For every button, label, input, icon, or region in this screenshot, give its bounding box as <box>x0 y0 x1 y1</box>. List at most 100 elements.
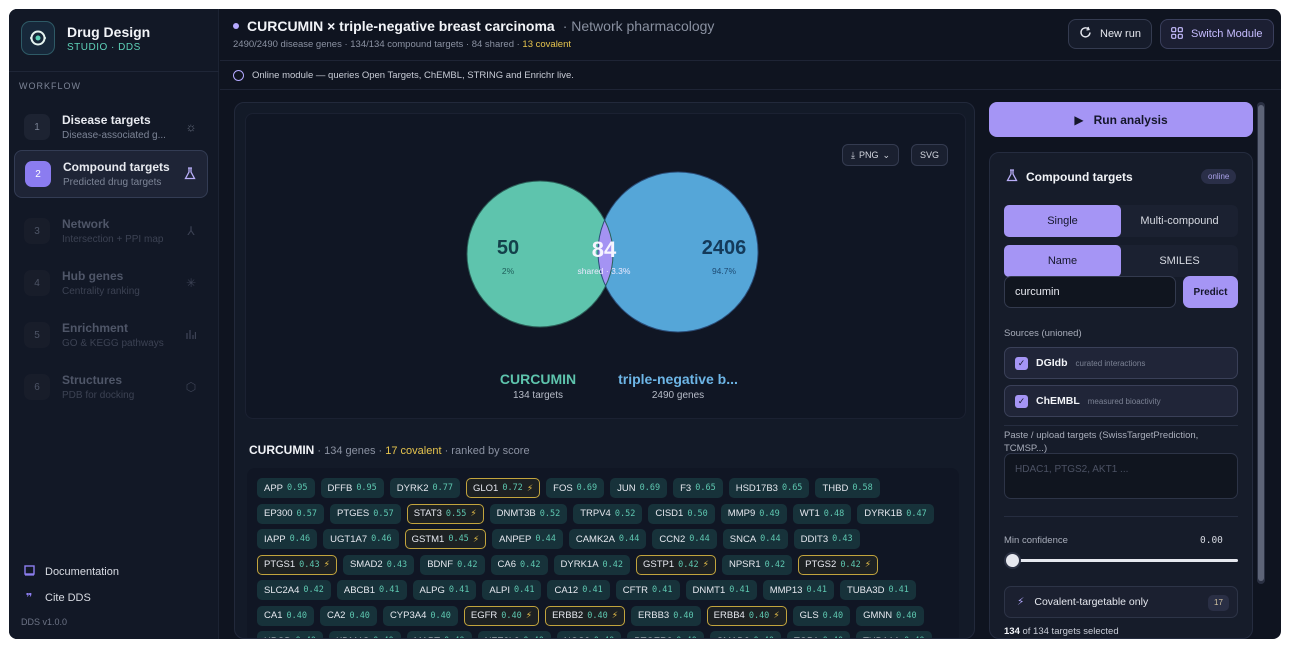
gene-chip[interactable]: CAMK2A 0.44 <box>568 529 647 549</box>
gene-chip[interactable]: FOS 0.69 <box>546 478 605 498</box>
input-type-smiles-tab[interactable]: SMILES <box>1121 245 1238 277</box>
min-confidence-slider-track[interactable] <box>1012 559 1238 562</box>
gene-chip[interactable]: PTGES 0.57 <box>330 503 401 524</box>
gene-chip[interactable]: TUBA1A 0.40 <box>856 631 932 638</box>
gene-chip[interactable]: IAPP 0.46 <box>257 529 318 549</box>
mode-single-tab[interactable]: Single <box>1004 205 1121 237</box>
gene-chip[interactable]: DFFB 0.95 <box>320 478 384 498</box>
gene-symbol: PTGES <box>337 508 370 519</box>
gene-chip[interactable]: SLC2A4 0.42 <box>257 580 331 600</box>
gene-chip[interactable]: APP 0.95 <box>257 478 315 498</box>
gene-chip[interactable]: ERBB4 0.40 ⚡︎ <box>706 605 787 626</box>
gene-chip[interactable]: MMP13 0.41 <box>762 580 834 600</box>
sidebar-step-enrichment[interactable]: 5 Enrichment GO & KEGG pathways <box>14 311 208 359</box>
flask-icon <box>183 167 197 181</box>
mode-multi-compound-tab[interactable]: Multi-compound <box>1121 205 1238 237</box>
scrollbar-thumb[interactable] <box>1258 105 1264 581</box>
gene-chip[interactable]: NFE2L20.40 <box>477 631 551 638</box>
gene-chip[interactable]: DYRK1B 0.47 <box>857 503 934 524</box>
gene-chip[interactable]: HSD17B3 0.65 <box>728 478 810 498</box>
gene-chip[interactable]: CA1 0.40 <box>257 605 314 626</box>
step-title: Disease targets <box>62 113 151 127</box>
gene-chip[interactable]: ANPEP 0.44 <box>492 529 563 549</box>
gene-chip[interactable]: PTGS1 0.43 ⚡︎ <box>257 554 337 575</box>
module-name: · Network pharmacology <box>562 18 715 34</box>
cite-link[interactable]: ❞ Cite DDS <box>23 591 91 605</box>
sidebar-step-network[interactable]: 3 Network Intersection + PPI map ⅄ <box>14 207 208 255</box>
input-type-name-tab[interactable]: Name <box>1004 245 1121 277</box>
gene-symbol: PTGS2 <box>805 559 837 570</box>
gene-chip[interactable]: THBD 0.58 <box>815 478 880 498</box>
gene-chip[interactable]: GMNN 0.40 <box>856 605 924 626</box>
gene-chip[interactable]: CFTR 0.41 <box>615 580 680 600</box>
gene-chip[interactable]: MMP9 0.49 <box>720 503 787 524</box>
gene-chip[interactable]: TUBA3D 0.41 <box>839 580 916 600</box>
gene-chip[interactable]: EP300 0.57 <box>257 503 325 524</box>
sidebar-step-hub-genes[interactable]: 4 Hub genes Centrality ranking ✳ <box>14 259 208 307</box>
switch-module-button[interactable]: Switch Module <box>1160 19 1274 49</box>
gene-score: 0.42 <box>303 585 324 595</box>
gene-chip[interactable]: F3 0.65 <box>673 478 723 498</box>
analysis-title: CURCUMIN × triple-negative breast carcin… <box>247 18 555 34</box>
gene-chip[interactable]: DYRK2 0.77 <box>389 478 460 498</box>
app-window: Drug Design STUDIO · DDS WORKFLOW 1 Dise… <box>9 9 1281 639</box>
gene-chip[interactable]: SMAD2 0.43 <box>342 554 415 575</box>
covalent-only-toggle[interactable]: ⚡︎ Covalent-targetable only 17 <box>1004 586 1238 618</box>
gene-chip[interactable]: PTGS2 0.42 ⚡︎ <box>798 554 879 575</box>
sidebar-step-compound-targets[interactable]: 2 Compound targets Predicted drug target… <box>14 150 208 198</box>
gene-chip[interactable]: DNMT1 0.41 <box>685 580 757 600</box>
min-confidence-slider-handle[interactable] <box>1004 552 1021 569</box>
run-analysis-button[interactable]: ▶ Run analysis <box>989 102 1253 137</box>
gene-chip[interactable]: ALPI 0.41 <box>482 580 542 600</box>
gene-chip[interactable]: SMAD3 0.40 <box>709 631 781 638</box>
gene-score: 0.41 <box>379 585 400 595</box>
gene-chip[interactable]: SNCA 0.44 <box>722 529 788 549</box>
gene-chip[interactable]: CISD1 0.50 <box>648 503 715 524</box>
gene-chip[interactable]: STAT3 0.55 ⚡︎ <box>406 503 484 524</box>
gene-chip[interactable]: NPSR1 0.42 <box>721 554 793 575</box>
gene-chip[interactable]: ALPG 0.41 <box>412 580 477 600</box>
gene-chip[interactable]: UGT1A7 0.46 <box>323 529 399 549</box>
gene-chip[interactable]: TRPV4 0.52 <box>573 503 643 524</box>
gene-chip[interactable]: GSTP1 0.42 ⚡︎ <box>636 554 716 575</box>
disease-only-count: 2406 <box>701 237 747 259</box>
gene-chip[interactable]: CA2 0.40 <box>319 605 377 626</box>
gene-chip[interactable]: CA6 0.42 <box>490 554 548 575</box>
predict-button[interactable]: Predict <box>1183 276 1238 308</box>
gene-chip[interactable]: CYP3A4 0.40 <box>382 605 458 626</box>
gene-chip[interactable]: DNMT3B 0.52 <box>489 503 568 524</box>
gene-chip[interactable]: ERBB2 0.40 ⚡︎ <box>545 605 626 626</box>
gene-symbol: DNMT1 <box>692 584 726 596</box>
gene-score: 0.57 <box>373 508 394 519</box>
new-run-button[interactable]: New run <box>1068 19 1152 49</box>
gene-chip[interactable]: CA12 0.41 <box>547 580 610 600</box>
source-chembl-checkbox[interactable]: ✓ ChEMBL measured bioactivity <box>1004 385 1238 417</box>
gene-chip[interactable]: DYRK1A 0.42 <box>553 554 631 575</box>
gene-chip[interactable]: ABCB1 0.41 <box>336 580 407 600</box>
paste-targets-textarea[interactable]: HDAC1, PTGS2, AKT1 ... <box>1004 453 1238 499</box>
gene-chip[interactable]: KDM4C 0.40 <box>328 631 401 638</box>
gene-chip[interactable]: MAPT 0.40 <box>406 631 472 638</box>
gene-chip[interactable]: JUN 0.69 <box>610 478 668 498</box>
gene-chip[interactable]: NOS2 0.40 <box>556 631 622 638</box>
gene-chip[interactable]: GLO1 0.72 ⚡︎ <box>465 478 541 498</box>
gene-chip[interactable]: TOP1 0.40 <box>786 631 851 638</box>
gene-chip[interactable]: HPGD 0.40 <box>257 631 323 638</box>
gene-chip[interactable]: GSTM1 0.45 ⚡︎ <box>404 529 487 549</box>
compound-name-input[interactable]: curcumin <box>1004 276 1176 308</box>
gene-symbol: MMP9 <box>727 508 756 519</box>
gene-chip[interactable]: EGFR 0.40 ⚡︎ <box>463 605 540 626</box>
gene-chip[interactable]: DDIT3 0.43 <box>793 529 860 549</box>
gene-chip[interactable]: CCN2 0.44 <box>652 529 717 549</box>
gene-chip[interactable]: ERBB3 0.40 <box>631 605 701 626</box>
gene-chip[interactable]: GLS 0.40 <box>792 605 851 626</box>
gene-score: 0.40 <box>748 610 770 621</box>
documentation-link[interactable]: Documentation <box>23 565 119 579</box>
source-dgidb-checkbox[interactable]: ✓ DGIdb curated interactions <box>1004 347 1238 379</box>
gene-chip[interactable]: WT1 0.48 <box>792 503 852 524</box>
gene-chip[interactable]: BDNF 0.42 <box>420 554 485 575</box>
sidebar-step-disease-targets[interactable]: 1 Disease targets Disease-associated g..… <box>14 103 208 151</box>
gene-chip[interactable]: PTGER2 0.40 <box>627 631 704 638</box>
sidebar-step-structures[interactable]: 6 Structures PDB for docking ⬡ <box>14 363 208 411</box>
brand[interactable]: Drug Design STUDIO · DDS <box>21 21 150 55</box>
